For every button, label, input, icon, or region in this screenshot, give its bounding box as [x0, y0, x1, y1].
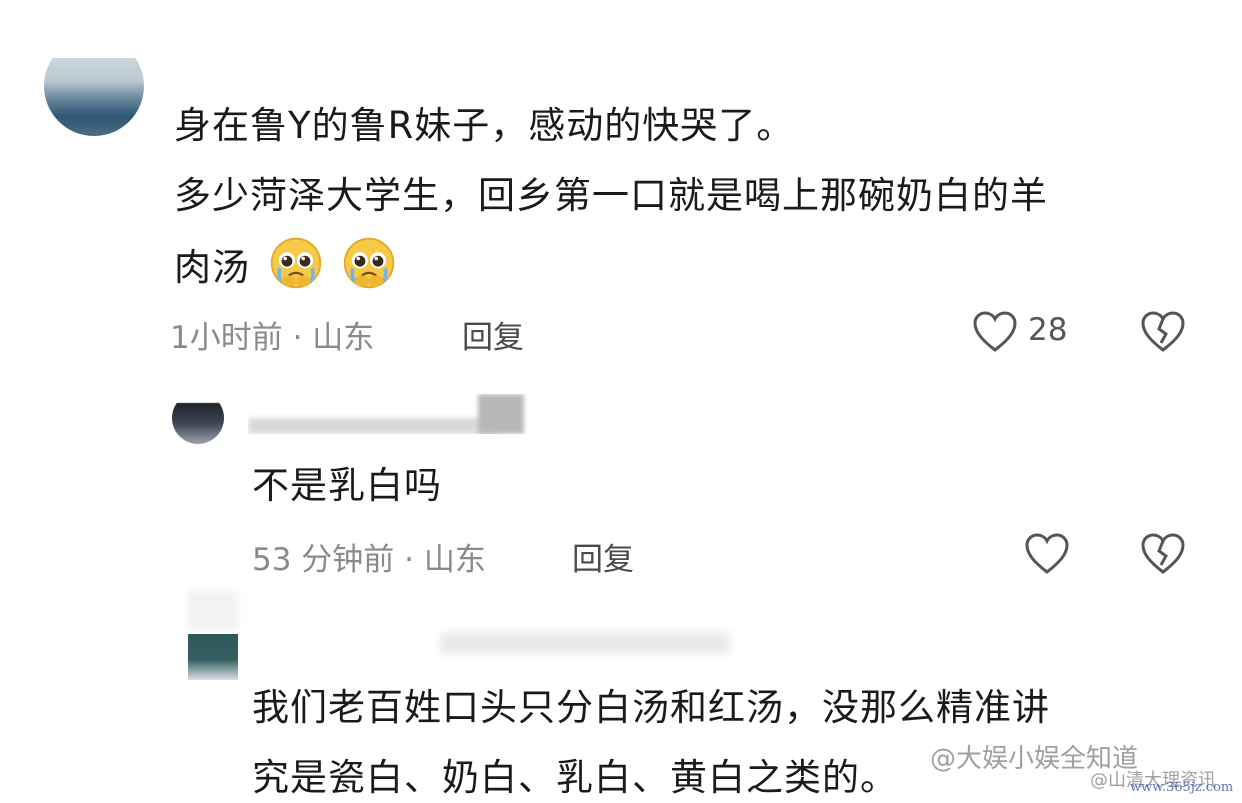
- pleading-face-icon: [343, 237, 394, 289]
- blurred-username: [248, 394, 528, 434]
- comment-text-line: 肉汤: [174, 236, 396, 298]
- reply-text-line: 我们老百姓口头只分白汤和红汤，没那么精准讲: [252, 686, 1050, 729]
- reply-text-line: 究是瓷白、奶白、乳白、黄白之类的。: [252, 756, 898, 799]
- heart-icon[interactable]: [972, 310, 1018, 354]
- dislike-icon[interactable]: [1140, 310, 1186, 354]
- comment-meta: 1小时前 · 山东: [170, 320, 375, 356]
- dislike-icon[interactable]: [1140, 532, 1186, 576]
- reply-avatar[interactable]: [188, 634, 238, 680]
- blurred-username: [440, 632, 730, 654]
- comment-text-end: 肉汤: [174, 246, 250, 289]
- reply-button[interactable]: 回复: [572, 534, 634, 579]
- pleading-face-icon: [270, 237, 321, 289]
- comment-text-line: 多少菏泽大学生，回乡第一口就是喝上那碗奶白的羊: [174, 174, 1048, 217]
- watermark-url: www.365jz.com: [1130, 780, 1234, 795]
- heart-icon[interactable]: [1024, 532, 1070, 576]
- avatar[interactable]: [44, 36, 144, 136]
- reply-button[interactable]: 回复: [462, 312, 524, 357]
- like-count: 28: [1028, 312, 1068, 348]
- reply-avatar[interactable]: [172, 392, 224, 444]
- reply-meta: 53 分钟前 · 山东: [252, 542, 486, 578]
- comment-text-line: 身在鲁Y的鲁R妹子，感动的快哭了。: [174, 104, 795, 147]
- reply-text: 不是乳白吗: [252, 464, 442, 507]
- blurred-region: [188, 590, 238, 630]
